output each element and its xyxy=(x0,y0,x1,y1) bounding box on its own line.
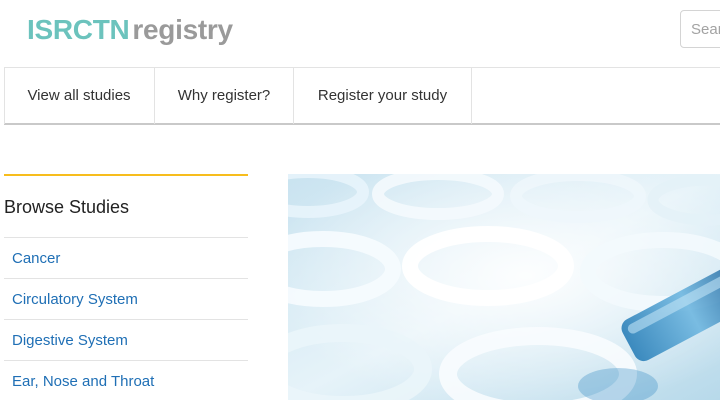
nav-register-your-study[interactable]: Register your study xyxy=(294,68,472,124)
sidebar-item-ear-nose-throat[interactable]: Ear, Nose and Throat xyxy=(4,361,248,400)
hero-image-test-tubes xyxy=(288,174,720,400)
browse-studies-sidebar: Browse Studies Cancer Circulatory System… xyxy=(4,174,248,400)
sidebar-title: Browse Studies xyxy=(4,176,248,238)
nav-why-register[interactable]: Why register? xyxy=(155,68,294,124)
sidebar-item-digestive-system[interactable]: Digestive System xyxy=(4,320,248,361)
isrctn-logo[interactable]: ISRCTN registry xyxy=(27,14,233,46)
site-header: ISRCTN registry xyxy=(0,0,720,66)
logo-secondary-text: registry xyxy=(132,14,233,45)
test-tubes-illustration xyxy=(288,174,720,400)
logo-primary-text: ISRCTN xyxy=(27,14,130,45)
search-input[interactable] xyxy=(680,10,720,48)
sidebar-item-cancer[interactable]: Cancer xyxy=(4,238,248,279)
main-navigation: View all studies Why register? Register … xyxy=(4,67,720,125)
nav-view-all-studies[interactable]: View all studies xyxy=(4,68,155,124)
sidebar-item-circulatory-system[interactable]: Circulatory System xyxy=(4,279,248,320)
